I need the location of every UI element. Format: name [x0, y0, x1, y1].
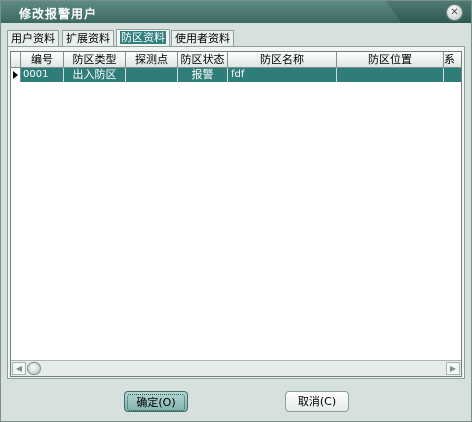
tab-zone-info[interactable]: 防区资料 [116, 29, 170, 47]
ok-button-label: 确定(O) [127, 394, 185, 411]
column-header-system[interactable]: 系 [444, 52, 461, 67]
zone-grid[interactable]: 编号 防区类型 探测点 防区状态 防区名称 防区位置 系 0001 出入防区 报… [10, 51, 462, 377]
table-row[interactable]: 0001 出入防区 报警 fdf [21, 68, 461, 82]
dialog-window: 修改报警用户 ✕ 用户资料 扩展资料 防区资料 使用者资料 编号 防区类型 探测… [0, 0, 472, 422]
cancel-button[interactable]: 取消(C) [285, 391, 349, 412]
window-title: 修改报警用户 [19, 7, 98, 21]
horizontal-scrollbar[interactable]: ◀ ▶ [11, 360, 461, 376]
header-indicator-cell [11, 52, 21, 67]
title-bar[interactable]: 修改报警用户 ✕ [1, 1, 471, 23]
row-pointer-icon [11, 68, 21, 82]
column-header-type[interactable]: 防区类型 [64, 52, 126, 67]
cell-type: 出入防区 [64, 68, 126, 82]
tab-operator-info[interactable]: 使用者资料 [171, 30, 234, 46]
tab-label: 防区资料 [120, 31, 166, 44]
cell-id: 0001 [21, 68, 64, 82]
tab-label: 使用者资料 [175, 32, 230, 45]
tab-extended-info[interactable]: 扩展资料 [62, 30, 114, 46]
scroll-left-icon[interactable]: ◀ [12, 362, 26, 375]
close-icon[interactable]: ✕ [446, 4, 463, 21]
column-header-id[interactable]: 编号 [21, 52, 64, 67]
cell-location [337, 68, 444, 82]
grid-header: 编号 防区类型 探测点 防区状态 防区名称 防区位置 系 [11, 52, 461, 68]
scrollbar-thumb[interactable] [27, 362, 41, 375]
cell-name: fdf [228, 68, 337, 82]
tab-label: 用户资料 [11, 32, 55, 45]
tab-user-info[interactable]: 用户资料 [7, 30, 59, 46]
scroll-right-icon[interactable]: ▶ [446, 362, 460, 375]
column-header-status[interactable]: 防区状态 [178, 52, 228, 67]
ok-button[interactable]: 确定(O) [124, 391, 188, 412]
column-header-probe[interactable]: 探测点 [126, 52, 178, 67]
cell-system [444, 68, 461, 82]
tab-label: 扩展资料 [66, 32, 110, 45]
cell-status: 报警 [178, 68, 228, 82]
cell-probe [126, 68, 178, 82]
column-header-name[interactable]: 防区名称 [228, 52, 337, 67]
column-header-location[interactable]: 防区位置 [337, 52, 444, 67]
